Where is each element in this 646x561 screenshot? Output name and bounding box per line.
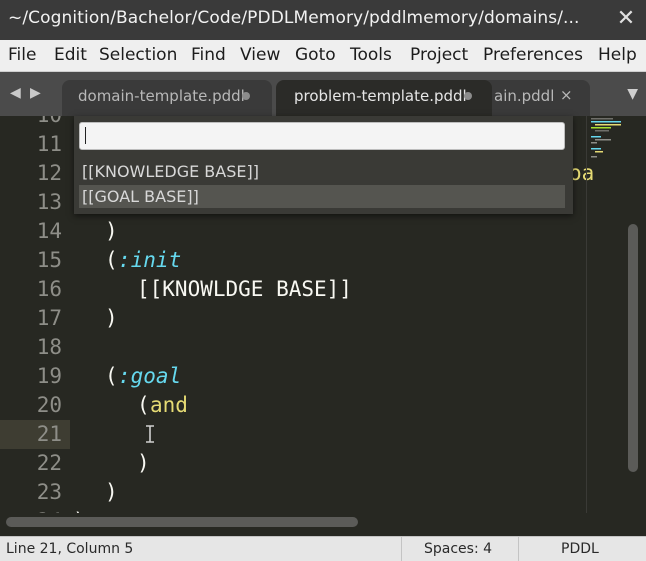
code-keyword-goal: :goal — [118, 364, 182, 388]
line-number: 16 — [36, 277, 62, 301]
tab-back-icon[interactable]: ◀ — [10, 85, 21, 101]
menu-bar: File Edit Selection Find View Goto Tools… — [0, 40, 646, 72]
status-divider — [518, 537, 519, 561]
line-number: 15 — [36, 248, 62, 272]
minimap[interactable] — [586, 116, 627, 513]
line-gutter: 10 11 12 13 14 15 16 17 18 19 20 21 22 2… — [0, 116, 74, 513]
menu-file[interactable]: File — [8, 45, 36, 65]
close-icon[interactable]: ✕ — [612, 6, 640, 32]
line-number: 10 — [0, 116, 62, 127]
code-paren: ) — [137, 451, 150, 475]
code-paren: ) — [105, 480, 118, 504]
code-paren: ) — [105, 306, 118, 330]
code-paren: ( — [105, 248, 118, 272]
vertical-scrollbar[interactable] — [628, 224, 638, 472]
line-number: 20 — [36, 393, 62, 417]
horizontal-scrollbar[interactable] — [6, 517, 358, 527]
quick-panel-item-goal-base[interactable]: [[GOAL BASE]] — [79, 185, 565, 208]
status-indentation[interactable]: Spaces: 4 — [424, 541, 492, 557]
tab-label: problem-template.pddl — [294, 87, 467, 105]
menu-preferences[interactable]: Preferences — [483, 45, 583, 65]
modified-dot-icon[interactable] — [242, 92, 250, 100]
code-function-and: and — [150, 393, 188, 417]
menu-goto[interactable]: Goto — [295, 45, 336, 65]
input-caret — [85, 127, 86, 144]
code-keyword-init: :init — [118, 248, 182, 272]
code-paren: ) — [105, 219, 118, 243]
quick-panel-input[interactable] — [79, 122, 565, 150]
modified-dot-icon[interactable] — [464, 92, 472, 100]
text-cursor-icon — [146, 425, 154, 443]
status-divider — [401, 537, 402, 561]
status-bar: Line 21, Column 5 Spaces: 4 PDDL — [0, 536, 646, 561]
tab-list-dropdown-icon[interactable]: ▼ — [627, 86, 638, 102]
line-number: 14 — [36, 219, 62, 243]
tab-close-icon[interactable]: × — [560, 86, 573, 104]
code-paren: ( — [105, 364, 118, 388]
line-number: 23 — [36, 480, 62, 504]
tab-forward-icon[interactable]: ▶ — [30, 85, 41, 101]
code-placeholder: [[KNOWLDGE BASE]] — [137, 277, 352, 301]
tab-bar: ◀ ▶ domain-template.pddl ain.pddl × prob… — [0, 72, 646, 116]
menu-view[interactable]: View — [240, 45, 280, 65]
line-number: 18 — [36, 335, 62, 359]
tab-label: ain.pddl — [494, 87, 555, 105]
status-syntax[interactable]: PDDL — [561, 541, 599, 557]
quick-panel-item-knowledge-base[interactable]: [[KNOWLEDGE BASE]] — [79, 160, 565, 183]
status-cursor-position: Line 21, Column 5 — [6, 541, 134, 557]
menu-find[interactable]: Find — [191, 45, 226, 65]
line-number-current: 21 — [36, 422, 62, 446]
window-title: ~/Cognition/Bachelor/Code/PDDLMemory/pdd… — [8, 8, 580, 28]
line-number: 19 — [36, 364, 62, 388]
menu-project[interactable]: Project — [410, 45, 468, 65]
line-number: 22 — [36, 451, 62, 475]
title-bar: ~/Cognition/Bachelor/Code/PDDLMemory/pdd… — [0, 0, 646, 40]
line-number: 11 — [36, 132, 62, 156]
code-paren: ( — [137, 393, 150, 417]
line-number: 17 — [36, 306, 62, 330]
menu-tools[interactable]: Tools — [350, 45, 392, 65]
sublime-window: ~/Cognition/Bachelor/Code/PDDLMemory/pdd… — [0, 0, 646, 561]
tab-domain-template[interactable]: domain-template.pddl — [62, 80, 272, 116]
tab-problem-template[interactable]: problem-template.pddl — [276, 80, 492, 116]
line-number: 13 — [36, 190, 62, 214]
menu-selection[interactable]: Selection — [99, 45, 177, 65]
menu-help[interactable]: Help — [598, 45, 637, 65]
line-number: 12 — [36, 161, 62, 185]
menu-edit[interactable]: Edit — [54, 45, 87, 65]
tab-label: domain-template.pddl — [78, 87, 245, 105]
quick-panel: [[KNOWLEDGE BASE]] [[GOAL BASE]] — [74, 116, 573, 214]
